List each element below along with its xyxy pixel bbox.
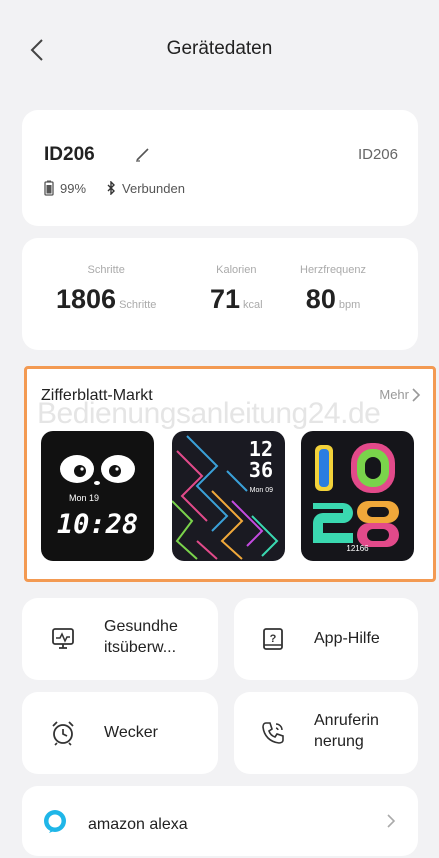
app-help-label: App-Hilfe	[314, 630, 380, 647]
calories-label: Kalorien	[216, 264, 257, 276]
steps-value: 1806	[56, 284, 117, 314]
face2-minute: 36	[248, 458, 273, 482]
face3-steps: 12166	[346, 544, 369, 553]
call-label-line2: nerung	[314, 733, 364, 750]
battery-level: 99%	[60, 180, 87, 196]
battery-icon	[44, 180, 54, 196]
health-monitoring-tile[interactable]: Gesundhe itsüberw...	[22, 598, 218, 680]
face1-date: Mon 19	[69, 493, 100, 503]
face2-date: Mon 09	[249, 487, 273, 494]
steps-unit: Schritte	[119, 299, 157, 311]
heartrate-value: 80	[305, 284, 336, 314]
colorful-digits-icon	[313, 443, 399, 547]
call-reminder-tile[interactable]: Anruferin nerung	[234, 692, 418, 774]
watchface-colorful[interactable]: 12166	[301, 431, 414, 561]
phone-ring-icon	[262, 722, 284, 744]
watchface-pattern[interactable]: 12 36 Mon 09	[172, 431, 285, 561]
call-label-line1: Anruferin	[314, 712, 379, 729]
health-monitor-icon	[52, 628, 74, 649]
app-help-tile[interactable]: ? App-Hilfe	[234, 598, 418, 680]
heartrate-stat: Herzfrequenz 80 bpm	[300, 264, 366, 315]
connection-status: Verbunden	[122, 180, 185, 196]
calories-stat: Kalorien 71 kcal	[210, 264, 263, 315]
alexa-logo-icon	[44, 810, 66, 833]
heartrate-label: Herzfrequenz	[300, 264, 367, 276]
edit-pencil-icon[interactable]	[134, 145, 152, 163]
alarm-label: Wecker	[104, 724, 158, 741]
bluetooth-icon	[107, 181, 116, 195]
heartrate-unit: bpm	[338, 299, 361, 311]
device-name: ID206	[44, 144, 95, 165]
device-status-row: 99% Verbunden	[44, 180, 185, 196]
top-bar: Gerätedaten	[0, 0, 439, 100]
calories-value: 71	[210, 284, 241, 314]
market-title: Zifferblatt-Markt	[41, 387, 153, 404]
help-book-icon: ?	[263, 628, 283, 650]
alarm-tile[interactable]: Wecker	[22, 692, 218, 774]
face1-time: 10:28	[56, 509, 139, 540]
page-title: Gerätedaten	[166, 38, 273, 59]
steps-stat: Schritte 1806 Schritte	[56, 264, 156, 315]
device-id: ID206	[357, 146, 398, 163]
device-card[interactable]: ID206 ID206 99% Verbunden	[22, 110, 418, 226]
face2-time: 12 36	[249, 439, 273, 481]
health-label-line1: Gesundhe	[104, 618, 178, 635]
panda-eyes-icon	[60, 455, 135, 485]
watchface-market-card: Bedienungsanleitung24.de Zifferblatt-Mar…	[24, 366, 436, 582]
steps-label: Schritte	[87, 264, 125, 276]
calories-unit: kcal	[243, 299, 263, 311]
amazon-alexa-row[interactable]: amazon alexa	[22, 786, 418, 856]
chevron-right-icon[interactable]	[411, 387, 421, 403]
health-label-line2: itsüberw...	[104, 639, 177, 656]
alarm-clock-icon	[52, 721, 74, 746]
svg-text:?: ?	[270, 633, 277, 645]
watchface-panda[interactable]: Mon 19 10:28	[41, 431, 154, 561]
market-more-link[interactable]: Mehr	[379, 387, 409, 402]
chevron-right-icon	[387, 814, 396, 828]
alexa-label: amazon alexa	[88, 816, 188, 833]
face2-hour: 12	[248, 437, 273, 461]
stats-card[interactable]: Schritte 1806 Schritte Kalorien 71 kcal He…	[22, 238, 418, 350]
